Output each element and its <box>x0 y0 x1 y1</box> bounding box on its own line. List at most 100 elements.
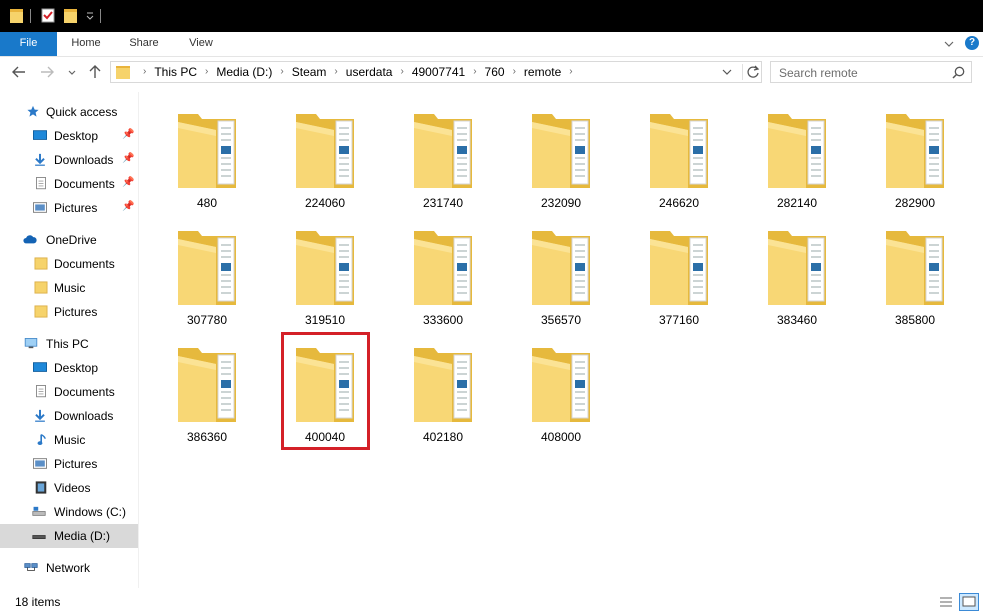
chevron-right-icon[interactable]: › <box>143 62 146 82</box>
chevron-right-icon[interactable]: › <box>569 62 572 82</box>
back-arrow-icon[interactable] <box>12 66 26 78</box>
pane-divider[interactable] <box>138 92 139 588</box>
folder-name: 408000 <box>540 430 582 444</box>
sidebar-item-onedrive-pictures[interactable]: Pictures <box>0 300 138 324</box>
sidebar-item-label: Documents <box>54 385 115 399</box>
breadcrumb-remote[interactable]: remote <box>524 62 561 82</box>
chevron-right-icon[interactable]: › <box>280 62 283 82</box>
folder-item[interactable]: 307780 <box>150 215 264 328</box>
chevron-right-icon[interactable]: › <box>473 62 476 82</box>
computer-icon <box>24 338 38 349</box>
breadcrumb-userdata[interactable]: userdata <box>346 62 393 82</box>
folder-icon <box>886 231 944 305</box>
sidebar-item-pc-videos[interactable]: Videos <box>0 476 138 500</box>
folder-item[interactable]: 402180 <box>386 332 500 445</box>
folder-item[interactable]: 385800 <box>858 215 972 328</box>
sidebar-item-desktop[interactable]: Desktop 📌 <box>0 124 138 148</box>
customize-toolbar-icon[interactable] <box>86 11 94 21</box>
sidebar-item-label: Pictures <box>54 201 98 215</box>
sidebar-item-label: Media (D:) <box>54 529 111 543</box>
chevron-right-icon[interactable]: › <box>400 62 403 82</box>
folder-item[interactable]: 224060 <box>268 98 382 211</box>
expand-ribbon-icon[interactable] <box>944 40 954 48</box>
sidebar-item-downloads[interactable]: Downloads 📌 <box>0 148 138 172</box>
sidebar-item-pc-music[interactable]: Music <box>0 428 138 452</box>
folder-item[interactable]: 383460 <box>740 215 854 328</box>
pin-icon[interactable]: 📌 <box>122 153 134 164</box>
sidebar-item-pc-documents[interactable]: Documents <box>0 380 138 404</box>
sidebar-item-quick-access[interactable]: Quick access <box>0 100 138 124</box>
sidebar-item-windows-c[interactable]: Windows (C:) <box>0 500 138 524</box>
sidebar-item-pc-pictures[interactable]: Pictures <box>0 452 138 476</box>
star-icon <box>27 105 39 117</box>
sidebar-item-onedrive[interactable]: OneDrive <box>0 228 138 252</box>
pin-icon[interactable]: 📌 <box>122 201 134 212</box>
address-bar[interactable]: › This PC › Media (D:) › Steam › userdat… <box>110 61 762 83</box>
new-folder-icon[interactable] <box>64 9 77 23</box>
tab-share[interactable]: Share <box>120 32 168 56</box>
drive-icon <box>32 535 46 539</box>
status-bar: 18 items <box>0 590 983 614</box>
folder-item[interactable]: 480 <box>150 98 264 211</box>
sidebar-item-onedrive-music[interactable]: Music <box>0 276 138 300</box>
tab-home[interactable]: Home <box>62 32 110 56</box>
breadcrumb: › This PC › Media (D:) › Steam › userdat… <box>135 62 581 82</box>
sidebar-item-onedrive-documents[interactable]: Documents <box>0 252 138 276</box>
folder-item[interactable]: 377160 <box>622 215 736 328</box>
folder-item[interactable]: 356570 <box>504 215 618 328</box>
up-arrow-icon[interactable] <box>89 65 101 79</box>
details-view-icon[interactable] <box>938 595 954 609</box>
refresh-icon[interactable] <box>742 64 760 80</box>
search-icon[interactable] <box>952 66 965 79</box>
breadcrumb-760[interactable]: 760 <box>485 62 505 82</box>
sidebar-item-media-d[interactable]: Media (D:) <box>0 524 138 548</box>
breadcrumb-user-id[interactable]: 49007741 <box>412 62 465 82</box>
tab-view[interactable]: View <box>177 32 225 56</box>
search-input[interactable] <box>771 62 951 84</box>
address-history-icon[interactable] <box>722 66 732 80</box>
sidebar-item-documents[interactable]: Documents 📌 <box>0 172 138 196</box>
sidebar-item-label: Desktop <box>54 361 99 375</box>
folder-item[interactable]: 232090 <box>504 98 618 211</box>
recent-locations-icon[interactable] <box>68 70 76 76</box>
sidebar-item-label: Desktop <box>54 129 99 143</box>
folder-icon <box>650 231 708 305</box>
sidebar-item-this-pc[interactable]: This PC <box>0 332 138 356</box>
folder-item[interactable]: 282140 <box>740 98 854 211</box>
folder-item[interactable]: 231740 <box>386 98 500 211</box>
pin-icon[interactable]: 📌 <box>122 129 134 140</box>
folder-item[interactable]: 408000 <box>504 332 618 445</box>
chevron-right-icon[interactable]: › <box>205 62 208 82</box>
folder-item[interactable]: 333600 <box>386 215 500 328</box>
chevron-right-icon[interactable]: › <box>513 62 516 82</box>
folder-icon <box>116 66 130 79</box>
folder-item[interactable]: 319510 <box>268 215 382 328</box>
properties-icon[interactable] <box>41 7 55 23</box>
sidebar-item-network[interactable]: Network <box>0 556 138 580</box>
search-box[interactable] <box>770 61 972 84</box>
videos-icon <box>35 481 47 494</box>
breadcrumb-steam[interactable]: Steam <box>292 62 327 82</box>
folder-item[interactable]: 282900 <box>858 98 972 211</box>
sidebar-item-pc-desktop[interactable]: Desktop <box>0 356 138 380</box>
breadcrumb-this-pc[interactable]: This PC <box>154 62 197 82</box>
folder-icon <box>178 231 236 305</box>
folder-item[interactable]: 246620 <box>622 98 736 211</box>
forward-arrow-icon[interactable] <box>40 66 54 78</box>
folder-name: 480 <box>196 196 218 210</box>
toolbar-divider <box>30 9 31 23</box>
folder-icon <box>650 114 708 188</box>
tab-file[interactable]: File <box>0 32 57 56</box>
folder-item[interactable]: 386360 <box>150 332 264 445</box>
sidebar-item-label: Documents <box>54 177 115 191</box>
pin-icon[interactable]: 📌 <box>122 177 134 188</box>
sidebar-item-pictures[interactable]: Pictures 📌 <box>0 196 138 220</box>
sidebar-item-label: Windows (C:) <box>54 505 127 519</box>
breadcrumb-media-d[interactable]: Media (D:) <box>216 62 272 82</box>
sidebar-item-pc-downloads[interactable]: Downloads <box>0 404 138 428</box>
help-icon[interactable]: ? <box>965 36 979 50</box>
chevron-right-icon[interactable]: › <box>334 62 337 82</box>
pictures-icon <box>33 202 47 213</box>
folder-icon <box>34 305 48 318</box>
large-icons-view-icon[interactable] <box>959 593 979 611</box>
